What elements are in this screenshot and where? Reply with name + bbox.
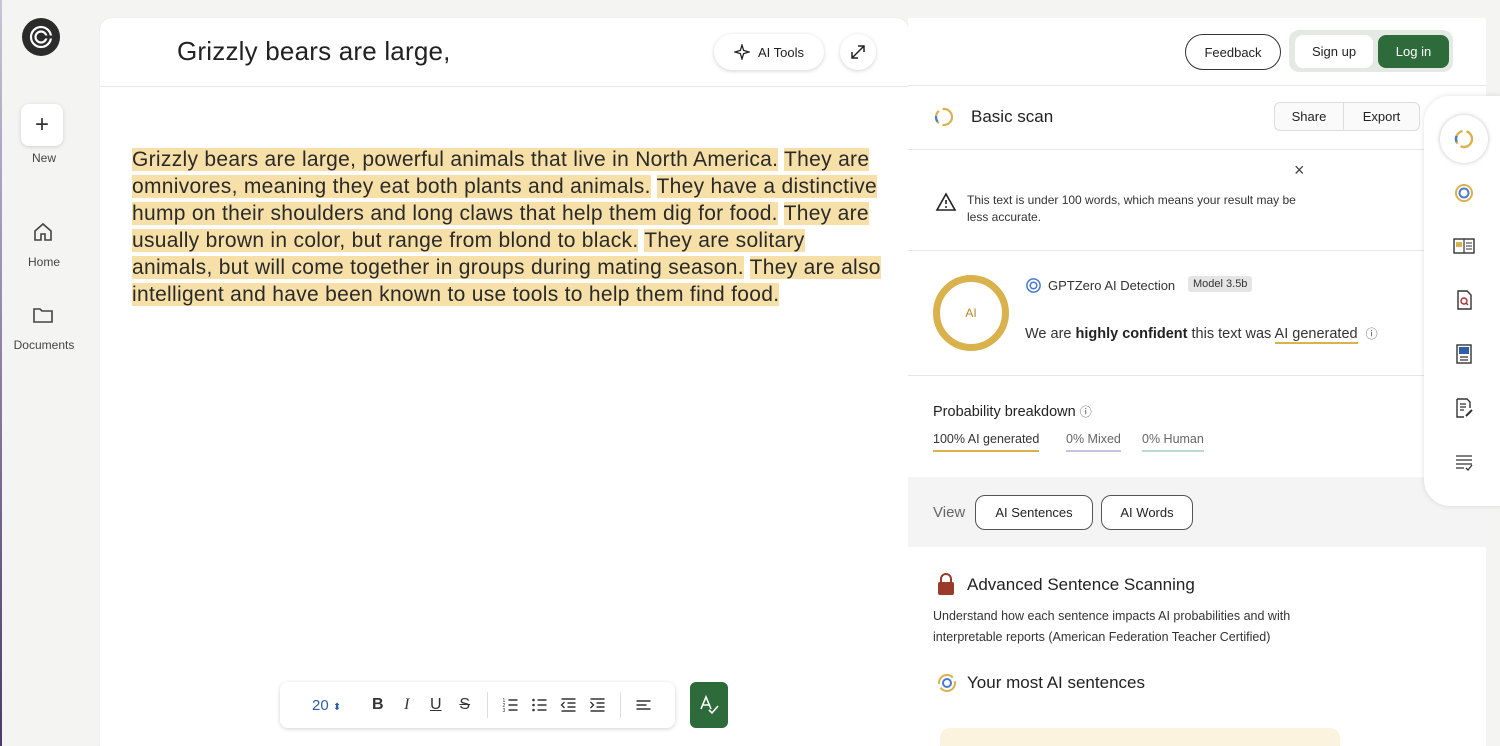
- divider: [908, 85, 1486, 86]
- underline-button[interactable]: U: [421, 696, 450, 714]
- documents-nav-label[interactable]: Documents: [2, 338, 86, 352]
- info-icon[interactable]: ⓘ: [1080, 405, 1092, 419]
- ai-tools-button[interactable]: AI Tools: [714, 34, 824, 70]
- ai-score-ring: AI: [933, 275, 1009, 351]
- grammar-check-button[interactable]: [690, 682, 728, 728]
- sparkle-icon: [733, 44, 750, 60]
- ring-label: AI: [965, 306, 977, 320]
- lock-icon: [938, 573, 954, 595]
- edit-document-icon[interactable]: [1452, 396, 1476, 420]
- log-in-button[interactable]: Log in: [1378, 35, 1449, 68]
- confidence-mid: this text was: [1187, 326, 1275, 342]
- sign-up-button[interactable]: Sign up: [1295, 35, 1373, 68]
- scan-tool-button[interactable]: [1440, 115, 1488, 163]
- expand-icon: [851, 45, 865, 59]
- italic-button[interactable]: I: [392, 696, 421, 714]
- info-icon[interactable]: ⓘ: [1366, 327, 1378, 341]
- editor-divider: [100, 86, 908, 87]
- most-ai-sentences-title: Your most AI sentences: [967, 673, 1145, 692]
- source-finder-icon[interactable]: [1452, 234, 1476, 258]
- human-probability[interactable]: 0% Human: [1142, 432, 1204, 452]
- align-left-icon[interactable]: [629, 697, 658, 713]
- advanced-scanning-description: Understand how each sentence impacts AI …: [933, 609, 1291, 644]
- new-document-button[interactable]: +: [21, 104, 63, 146]
- ai-detector-tool-icon[interactable]: [1452, 181, 1476, 205]
- font-size-select[interactable]: 20 ⬍: [312, 697, 341, 714]
- spellcheck-icon: [700, 694, 719, 715]
- feedback-button[interactable]: Feedback: [1185, 34, 1281, 70]
- home-nav-label[interactable]: Home: [2, 255, 86, 269]
- confidence-result: AI generated: [1274, 326, 1358, 344]
- highlighted-sentence: Grizzly bears are large, powerful animal…: [132, 148, 779, 171]
- ai-sentences-button[interactable]: AI Sentences: [975, 495, 1093, 530]
- warning-icon: [935, 192, 957, 211]
- document-title[interactable]: Grizzly bears are large,: [177, 36, 451, 67]
- confidence-prefix: We are: [1025, 326, 1076, 342]
- ai-tools-label: AI Tools: [757, 44, 804, 60]
- divider: [908, 375, 1486, 376]
- bullet-list-icon[interactable]: [525, 697, 554, 713]
- ai-words-button[interactable]: AI Words: [1101, 495, 1193, 530]
- plus-icon: +: [34, 111, 49, 138]
- sentence-card-preview: [940, 728, 1340, 746]
- scan-title: Basic scan: [971, 107, 1054, 126]
- toolbar-divider: [487, 692, 489, 718]
- strikethrough-button[interactable]: S: [450, 696, 479, 714]
- gptzero-multicolor-icon: [938, 674, 956, 692]
- advanced-scanning-title: Advanced Sentence Scanning: [967, 575, 1195, 594]
- gptzero-icon: [1026, 278, 1041, 293]
- scan-ring-icon: [1454, 129, 1474, 149]
- outdent-icon[interactable]: [554, 697, 583, 713]
- checklist-icon[interactable]: [1452, 451, 1476, 475]
- report-icon[interactable]: [1452, 342, 1476, 366]
- scan-progress-icon: [934, 107, 954, 127]
- divider: [908, 250, 1486, 251]
- detector-label: GPTZero AI Detection: [1048, 278, 1176, 293]
- document-body[interactable]: Grizzly bears are large, powerful animal…: [132, 146, 882, 308]
- new-label: New: [31, 151, 56, 165]
- model-badge: Model 3.5b: [1188, 276, 1253, 292]
- format-toolbar: 20 ⬍ B I U S 123: [280, 682, 675, 728]
- bold-button[interactable]: B: [363, 696, 392, 714]
- indent-icon[interactable]: [583, 697, 612, 713]
- close-warning-icon[interactable]: ×: [1294, 160, 1305, 181]
- home-icon[interactable]: [31, 220, 55, 244]
- plagiarism-check-icon[interactable]: [1452, 288, 1476, 312]
- editor-panel: Grizzly bears are large, AI Tools Grizzl…: [100, 18, 908, 746]
- folder-icon[interactable]: [31, 303, 55, 327]
- ai-probability[interactable]: 100% AI generated: [933, 432, 1040, 452]
- export-button[interactable]: Export: [1344, 102, 1420, 131]
- share-button[interactable]: Share: [1274, 102, 1344, 131]
- divider: [908, 149, 1486, 150]
- ordered-list-icon[interactable]: 123: [496, 697, 525, 713]
- mixed-probability[interactable]: 0% Mixed: [1066, 432, 1121, 452]
- svg-text:3: 3: [503, 708, 506, 713]
- left-rail: + New Home Documents: [2, 0, 86, 746]
- short-text-warning: This text is under 100 words, which mean…: [967, 193, 1296, 224]
- toolbar-divider: [620, 692, 622, 718]
- view-label: View: [933, 504, 966, 521]
- confidence-level: highly confident: [1075, 326, 1188, 342]
- confidence-statement: We are highly confident this text was AI…: [1025, 325, 1378, 344]
- probability-title: Probability breakdown ⓘ: [933, 404, 1092, 420]
- gptzero-logo[interactable]: [22, 18, 60, 56]
- expand-button[interactable]: [840, 34, 876, 70]
